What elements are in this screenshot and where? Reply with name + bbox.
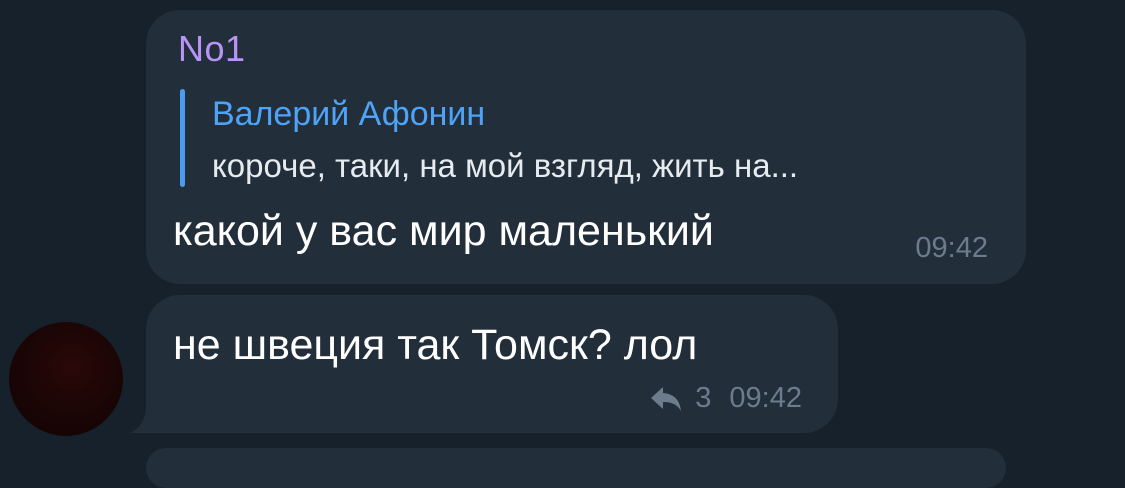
message-text: какой у вас мир маленький — [173, 207, 714, 255]
message-time: 09:42 — [729, 382, 802, 414]
reply-arrow-icon[interactable] — [649, 385, 683, 413]
message-meta: 3 09:42 — [649, 382, 802, 415]
message-time: 09:42 — [915, 232, 988, 264]
reply-accent-bar — [180, 89, 185, 187]
avatar[interactable] — [9, 322, 123, 436]
message-bubble[interactable]: No1 Валерий Афонин короче, таки, на мой … — [146, 10, 1026, 284]
message-meta: 09:42 — [915, 232, 988, 265]
message-text: не швеция так Томск? лол — [173, 321, 698, 369]
sender-name[interactable]: No1 — [178, 28, 246, 70]
reply-quote[interactable]: Валерий Афонин короче, таки, на мой взгл… — [180, 89, 1000, 187]
reply-author: Валерий Афонин — [212, 95, 486, 133]
reply-snippet: короче, таки, на мой взгляд, жить на... — [212, 147, 799, 184]
chat-area: No1 Валерий Афонин короче, таки, на мой … — [0, 0, 1125, 488]
reply-count[interactable]: 3 — [695, 382, 711, 415]
message-bubble[interactable]: не швеция так Томск? лол 3 09:42 — [146, 295, 838, 433]
next-message-bubble[interactable] — [146, 448, 1006, 488]
